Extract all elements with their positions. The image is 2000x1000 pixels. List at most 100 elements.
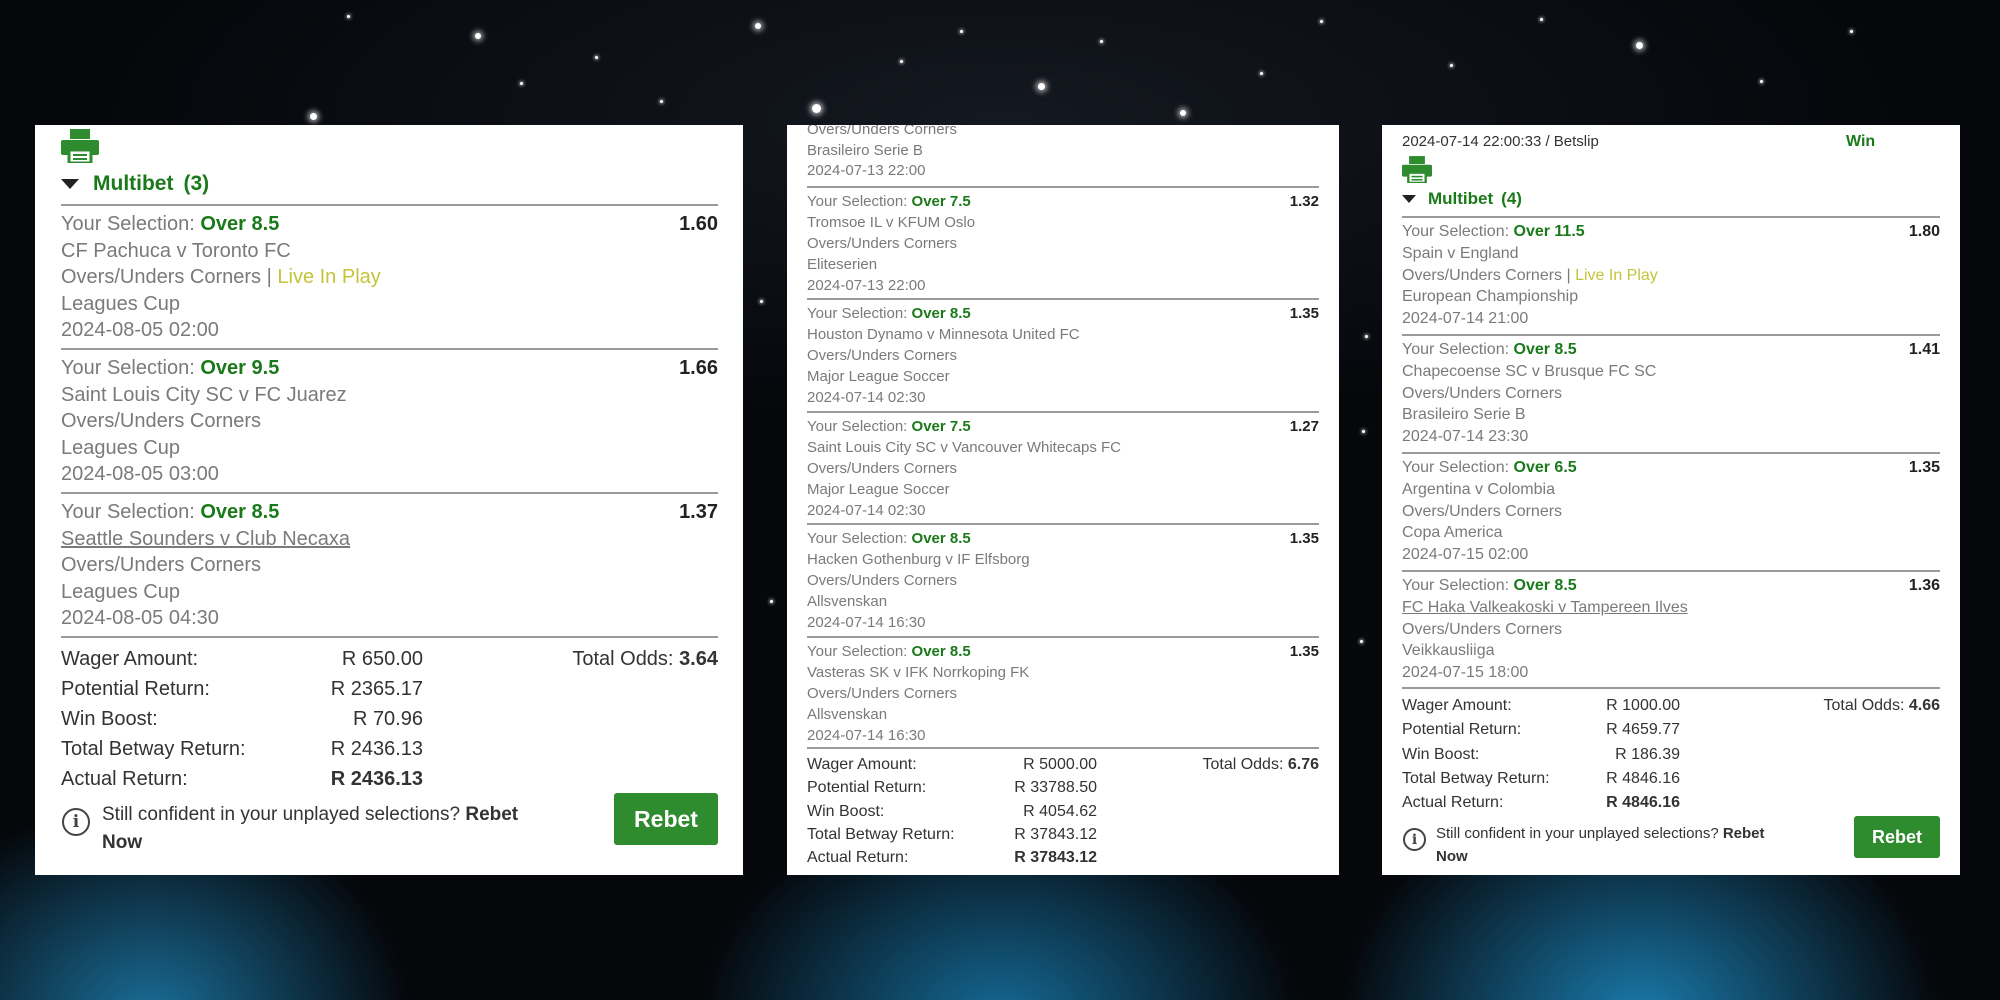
selection-label: Your Selection:	[807, 530, 908, 547]
market-name: Overs/Unders Corners	[1402, 266, 1563, 284]
chevron-down-icon	[61, 179, 79, 189]
competition-name: Copa America	[1402, 524, 1503, 542]
event-date: 2024-08-05 03:00	[61, 463, 219, 485]
event-date: 2024-08-05 04:30	[61, 607, 219, 629]
betslip-panel-1: Multibet (3) Your Selection: Over 8.5 1.…	[35, 125, 743, 875]
wager-label: Wager Amount:	[61, 648, 199, 670]
win-boost-label: Win Boost:	[807, 802, 885, 820]
event-date: 2024-07-15 02:00	[1402, 546, 1529, 564]
rebet-prompt: Still confident in your unplayed selecti…	[1436, 822, 1796, 868]
star	[1320, 20, 1323, 23]
selection-value: Over 7.5	[911, 193, 971, 210]
market-name: Overs/Unders Corners	[807, 572, 958, 589]
star	[960, 30, 963, 33]
star	[595, 56, 598, 59]
multibet-title: Multibet	[93, 172, 174, 195]
info-icon[interactable]: i	[62, 808, 90, 836]
total-betway-return-value: R 2436.13	[330, 738, 423, 760]
market-name: Overs/Unders Corners	[807, 125, 958, 138]
competition-name: Brasileiro Serie B	[1402, 406, 1526, 424]
leg-odds: 1.35	[1289, 530, 1319, 547]
leg-odds: 1.32	[1289, 193, 1319, 210]
win-boost-value: R 4054.62	[1023, 802, 1097, 820]
leg-odds: 1.36	[1908, 577, 1940, 594]
multibet-header[interactable]: Multibet (3)	[61, 172, 209, 196]
selection-value: Over 8.5	[1513, 577, 1577, 594]
print-icon[interactable]	[1402, 156, 1432, 183]
leg-item: Your Selection: Over 11.5 1.80 Spain v En…	[1402, 216, 1940, 334]
event-date: 2024-07-14 02:30	[807, 389, 926, 406]
star	[347, 15, 350, 18]
match-name: Argentina v Colombia	[1402, 480, 1555, 498]
star	[900, 60, 903, 63]
star	[1850, 30, 1853, 33]
star	[520, 82, 523, 85]
match-name: Spain v England	[1402, 244, 1519, 262]
market-name: Overs/Unders Corners	[61, 266, 262, 288]
event-date: 2024-07-13 22:00	[807, 162, 926, 179]
selection-label: Your Selection:	[1402, 341, 1510, 358]
star	[310, 113, 317, 120]
star	[1038, 83, 1045, 90]
leg-item: Your Selection: Over 8.5 1.37 Seattle So…	[61, 492, 718, 637]
event-date: 2024-07-14 16:30	[807, 727, 926, 744]
potential-return-label: Potential Return:	[1402, 721, 1522, 739]
selection-value: Over 8.5	[200, 501, 280, 523]
win-boost-label: Win Boost:	[1402, 745, 1480, 763]
selection-label: Your Selection:	[1402, 223, 1510, 240]
actual-return-value: R 2436.13	[330, 768, 423, 790]
wager-amount: R 650.00	[341, 648, 423, 670]
total-odds-label: Total Odds:	[1823, 697, 1905, 714]
total-odds-value: 3.64	[679, 648, 718, 670]
potential-return-value: R 4659.77	[1606, 721, 1680, 739]
leg-item: Your Selection: Over 8.5 1.60 CF Pachuca…	[61, 204, 718, 349]
info-icon[interactable]: i	[1403, 828, 1426, 851]
leg-odds: 1.35	[1908, 459, 1940, 476]
wager-amount: R 1000.00	[1606, 697, 1680, 714]
competition-name: Leagues Cup	[61, 292, 180, 315]
selection-label: Your Selection:	[807, 418, 908, 435]
star	[1760, 80, 1763, 83]
wager-label: Wager Amount:	[1402, 697, 1512, 714]
potential-return-label: Potential Return:	[807, 779, 927, 797]
multibet-header[interactable]: Multibet (4)	[1402, 189, 1522, 209]
selection-label: Your Selection:	[1402, 577, 1510, 594]
star	[1450, 64, 1453, 67]
star	[755, 23, 761, 29]
print-icon[interactable]	[61, 129, 99, 163]
win-boost-label: Win Boost:	[61, 708, 158, 730]
selection-label: Your Selection:	[807, 643, 908, 660]
event-date: 2024-07-14 21:00	[1402, 310, 1529, 328]
match-name: Tromsoe IL v KFUM Oslo	[807, 214, 976, 231]
selection-label: Your Selection:	[61, 357, 195, 379]
match-link[interactable]: Seattle Sounders v Club Necaxa	[61, 526, 718, 553]
market-name: Overs/Unders Corners	[1402, 384, 1563, 402]
competition-name: Veikkausliiga	[1402, 642, 1495, 660]
live-in-play-label: Live In Play	[277, 266, 381, 288]
rebet-button[interactable]: Rebet	[1854, 816, 1940, 858]
event-date: 2024-07-13 22:00	[807, 277, 926, 294]
match-link[interactable]: FC Haka Valkeakoski v Tampereen Ilves	[1402, 597, 1940, 619]
match-name: Vasteras SK v IFK Norrkoping FK	[807, 664, 1030, 681]
competition-name: Major League Soccer	[807, 481, 950, 498]
market-name: Overs/Unders Corners	[807, 235, 958, 252]
betslip-header-text: 2024-07-14 22:00:33 / Betslip	[1402, 133, 1599, 150]
leg-odds: 1.80	[1908, 223, 1940, 240]
selection-label: Your Selection:	[807, 193, 908, 210]
leg-item: Your Selection: Over 8.5 1.35 Houston Dyn…	[807, 298, 1319, 411]
selection-value: Over 8.5	[911, 305, 971, 322]
competition-name: Leagues Cup	[61, 580, 180, 603]
market-name: Overs/Unders Corners	[1402, 620, 1563, 638]
star	[760, 300, 763, 303]
total-odds-value: 6.76	[1287, 756, 1319, 773]
star	[1362, 430, 1365, 433]
wager-amount: R 5000.00	[1023, 756, 1097, 773]
market-name: Overs/Unders Corners	[807, 347, 958, 364]
live-in-play-label: Live In Play	[1575, 266, 1658, 284]
event-date: 2024-07-14 23:30	[1402, 428, 1529, 446]
bet-summary: Wager Amount: R 650.00 Total Odds: 3.64 Po…	[61, 636, 718, 794]
rebet-button[interactable]: Rebet	[614, 793, 718, 845]
potential-return-value: R 33788.50	[1014, 779, 1097, 797]
actual-return-value: R 37843.12	[1014, 849, 1097, 867]
leg-odds: 1.66	[679, 357, 718, 379]
